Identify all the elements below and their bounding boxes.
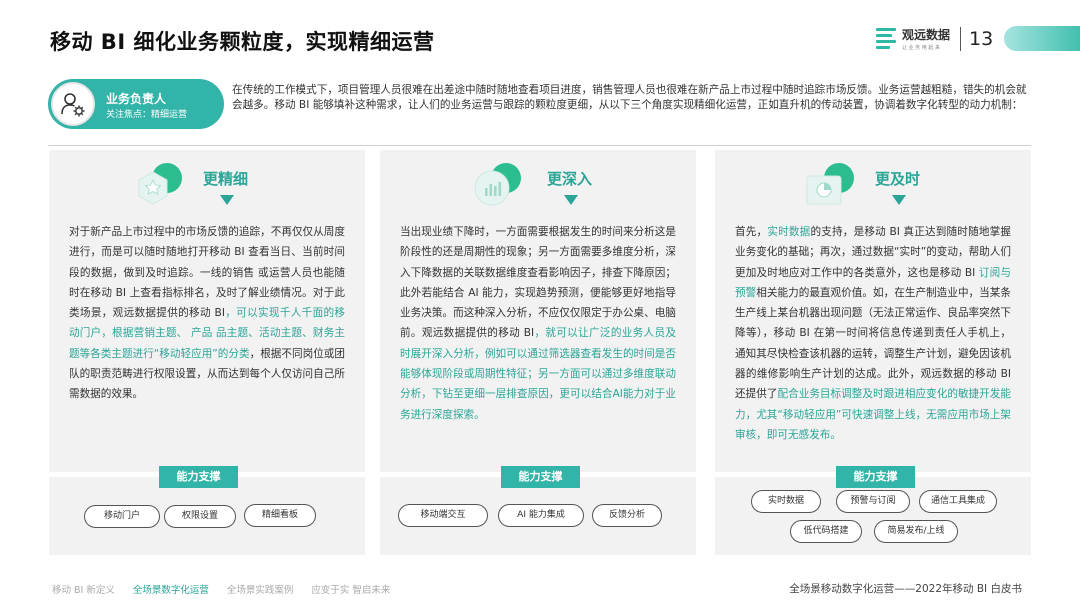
brand-text: 观远数据 让 业 务 用 起 来 xyxy=(902,26,950,51)
footer-nav-item[interactable]: 全场景实践案例 xyxy=(227,582,294,596)
brand-header: 观远数据 让 业 务 用 起 来 13 xyxy=(876,26,993,51)
card-deeper: 更深入 当出现业绩下降时，一方面需要根据发生的时间来分析这是阶段性的还是周期性的… xyxy=(380,150,696,472)
brand-tagline: 让 业 务 用 起 来 xyxy=(902,45,940,51)
footer-nav-item[interactable]: 移动 BI 新定义 xyxy=(52,582,115,596)
chip-alert-subscribe[interactable]: 预警与订阅 xyxy=(836,490,910,513)
footer-nav-item-active[interactable]: 全场景数字化运营 xyxy=(133,582,209,596)
support-label: 能力支撑 xyxy=(501,466,580,488)
brand-name: 观远数据 xyxy=(902,28,951,42)
brand-separator xyxy=(960,26,962,51)
bar-chart-icon xyxy=(470,158,530,213)
footer-document-title: 全场景移动数字化运营——2022年移动 BI 白皮书 xyxy=(789,583,1022,595)
support-label: 能力支撑 xyxy=(836,466,915,488)
chip-mobile-portal[interactable]: 移动门户 xyxy=(84,505,160,528)
down-arrow-icon xyxy=(892,195,906,205)
support-panel: 能力支撑 实时数据 预警与订阅 通信工具集成 低代码搭建 简易发布/上线 xyxy=(715,466,1031,555)
down-arrow-icon xyxy=(220,195,234,205)
card-body-text: 首先， xyxy=(735,226,768,238)
role-badge: 业务负责人 关注焦点：精细运营 xyxy=(48,79,224,129)
chip-feedback-analysis[interactable]: 反馈分析 xyxy=(592,504,662,527)
down-arrow-icon xyxy=(564,195,578,205)
chip-permission[interactable]: 权限设置 xyxy=(164,505,236,528)
card-body: 当出现业绩下降时，一方面需要根据发生的时间来分析这是阶段性的还是周期性的现象；另… xyxy=(400,222,676,425)
card-body-highlight: 配合业务目标调整及时跟进相应变化的敏捷开发能力，尤其“移动轻应用”可快速调整上线… xyxy=(735,388,1012,441)
intro-paragraph: 在传统的工作模式下，项目管理人员很难在出差途中随时随地查看项目进度，销售管理人员… xyxy=(232,84,1027,111)
card-title: 更精细 xyxy=(203,170,249,188)
page-number: 13 xyxy=(969,27,994,50)
footer-nav: 移动 BI 新定义 全场景数字化运营 全场景实践案例 应变于实 智启未来 xyxy=(52,582,408,596)
card-timelier: 更及时 首先，实时数据的支持，是移动 BI 真正达到随时随地掌握业务变化的基础；… xyxy=(715,150,1031,472)
chip-comm-tools[interactable]: 通信工具集成 xyxy=(919,490,997,513)
card-body: 对于新产品上市过程中的市场反馈的追踪，不再仅仅从周度进行，而是可以随时随地打开移… xyxy=(69,222,345,405)
card-body: 首先，实时数据的支持，是移动 BI 真正达到随时随地掌握业务变化的基础；再次，通… xyxy=(735,222,1011,445)
card-body-text: 相关能力的最直观价值。如，在生产制造业中，当某条生产线上某台机器出现问题（无法正… xyxy=(735,286,1011,401)
role-focus: 关注焦点：精细运营 xyxy=(106,110,188,120)
card-body-text: 对于新产品上市过程中的市场反馈的追踪，不再仅仅从周度进行，而是可以随时随地打开移… xyxy=(69,226,345,320)
card-finer: 更精细 对于新产品上市过程中的市场反馈的追踪，不再仅仅从周度进行，而是可以随时随… xyxy=(49,150,365,472)
header-accent-bar xyxy=(1004,26,1080,51)
page-title: 移动 BI 细化业务颗粒度，实现精细运营 xyxy=(50,30,435,54)
chip-fine-board[interactable]: 精细看板 xyxy=(244,504,316,527)
support-label: 能力支撑 xyxy=(159,466,238,488)
section-divider xyxy=(48,145,1031,146)
footer-nav-item[interactable]: 应变于实 智启未来 xyxy=(311,582,390,596)
star-badge-icon xyxy=(133,158,193,213)
chip-low-code[interactable]: 低代码搭建 xyxy=(790,520,862,543)
card-body-highlight: ，就可以让广泛的业务人员及时展开深入分析，例如可以通过筛选器查看发生的时间是否能… xyxy=(400,327,676,421)
chip-ai-integration[interactable]: AI 能力集成 xyxy=(498,504,584,527)
card-body-highlight: 实时数据 xyxy=(767,226,811,238)
pie-chart-icon xyxy=(803,158,863,213)
card-title: 更深入 xyxy=(547,170,593,188)
person-gear-icon xyxy=(51,82,95,126)
brand-logo-icon xyxy=(876,27,896,50)
card-body-text: 当出现业绩下降时，一方面需要根据发生的时间来分析这是阶段性的还是周期性的现象；另… xyxy=(400,226,676,340)
chip-mobile-interaction[interactable]: 移动端交互 xyxy=(398,504,488,527)
chip-realtime-data[interactable]: 实时数据 xyxy=(751,490,821,513)
role-title: 业务负责人 xyxy=(106,92,167,106)
support-panel: 能力支撑 移动门户 权限设置 精细看板 xyxy=(49,466,365,555)
support-panel: 能力支撑 移动端交互 AI 能力集成 反馈分析 xyxy=(380,466,696,555)
card-title: 更及时 xyxy=(875,170,921,188)
chip-easy-publish[interactable]: 简易发布/上线 xyxy=(874,520,958,543)
